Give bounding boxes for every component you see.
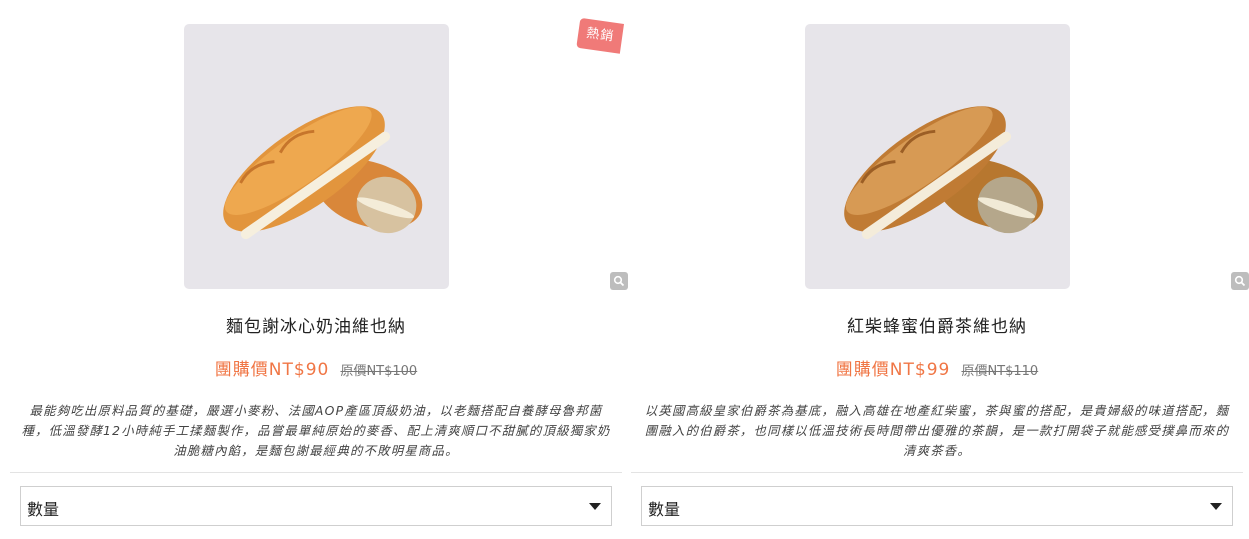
quantity-label: 數量 xyxy=(648,500,681,519)
original-price: 原價NT$100 xyxy=(340,364,418,379)
quantity-select[interactable]: 數量 xyxy=(20,486,612,526)
product-title[interactable]: 紅柴蜂蜜伯爵茶維也納 xyxy=(631,312,1243,337)
group-buy-price: 團購價NT$90 xyxy=(214,360,330,380)
magnifier-icon[interactable] xyxy=(610,272,628,290)
product-grid: 熱銷 麵包謝冰心奶油維也納 團購價NT$90 原價NT$100 最能夠吃出原料品… xyxy=(0,0,1249,539)
bread-image xyxy=(223,106,423,240)
divider xyxy=(631,472,1243,473)
price-row: 團購價NT$99 原價NT$110 xyxy=(631,355,1243,380)
product-image[interactable] xyxy=(805,24,1070,289)
product-description: 以英國高級皇家伯爵茶為基底，融入高雄在地產紅柴蜜，茶與蜜的搭配，是貴婦級的味道搭… xyxy=(644,403,1230,458)
hot-sale-badge: 熱銷 xyxy=(576,17,624,54)
chevron-down-icon xyxy=(589,503,601,510)
product-card: 熱銷 麵包謝冰心奶油維也納 團購價NT$90 原價NT$100 最能夠吃出原料品… xyxy=(10,0,628,539)
product-image[interactable] xyxy=(184,24,449,289)
product-card: 紅柴蜂蜜伯爵茶維也納 團購價NT$99 原價NT$110 以英國高級皇家伯爵茶為… xyxy=(631,0,1249,539)
original-price: 原價NT$110 xyxy=(961,364,1039,379)
quantity-label: 數量 xyxy=(27,500,60,519)
chevron-down-icon xyxy=(1210,503,1222,510)
quantity-select[interactable]: 數量 xyxy=(641,486,1233,526)
magnifier-icon[interactable] xyxy=(1231,272,1249,290)
price-row: 團購價NT$90 原價NT$100 xyxy=(10,355,622,380)
group-buy-price: 團購價NT$99 xyxy=(835,360,951,380)
product-title[interactable]: 麵包謝冰心奶油維也納 xyxy=(10,312,622,337)
divider xyxy=(10,472,622,473)
product-description: 最能夠吃出原料品質的基礎，嚴選小麥粉、法國AOP產區頂級奶油，以老麵搭配自養酵母… xyxy=(21,403,611,458)
bread-image xyxy=(844,106,1044,240)
